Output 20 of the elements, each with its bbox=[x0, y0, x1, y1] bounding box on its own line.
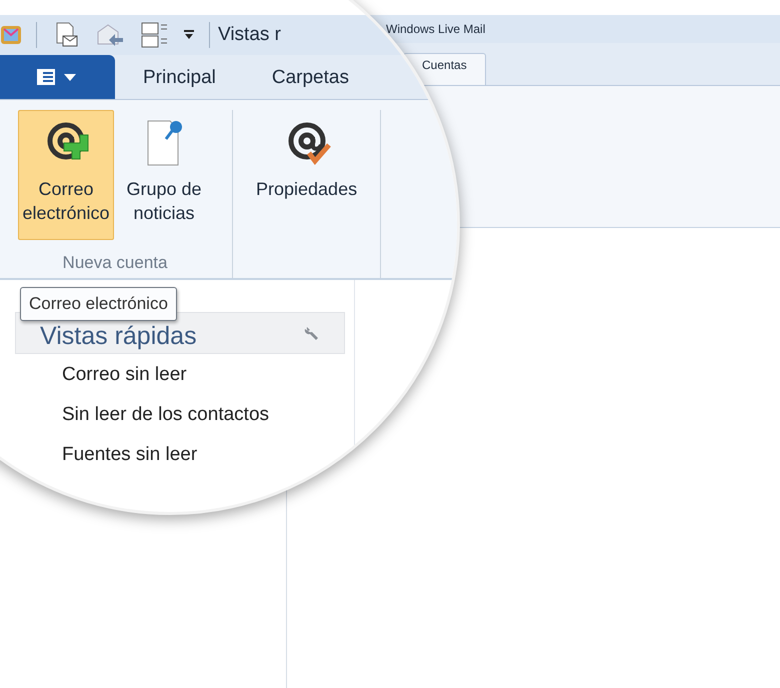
file-menu-button[interactable] bbox=[0, 55, 115, 99]
group-label: Nueva cuenta bbox=[62, 252, 168, 274]
ribbon-button[interactable]: Propiedades bbox=[253, 110, 360, 240]
quick-views-header[interactable]: Vistas rápidas bbox=[15, 312, 345, 354]
window-title: Vistas r bbox=[218, 22, 282, 47]
ribbon-button[interactable]: Grupo de noticias bbox=[116, 110, 212, 240]
ribbon-tab[interactable]: Principal bbox=[115, 57, 244, 99]
window-title: Windows Live Mail bbox=[386, 21, 486, 38]
sidebar-item[interactable]: Fuentes sin leer bbox=[62, 440, 198, 469]
ribbon-tab[interactable]: Carpetas bbox=[244, 57, 377, 99]
mail-list-icon[interactable] bbox=[139, 20, 169, 50]
app-icon[interactable] bbox=[0, 24, 22, 46]
sidebar-item[interactable]: Correo sin leer bbox=[62, 360, 187, 389]
tooltip: Correo electrónico bbox=[20, 287, 177, 320]
ribbon-button[interactable]: Correo electrónico bbox=[18, 110, 114, 240]
section-title: Vistas rápidas bbox=[40, 324, 197, 349]
reply-mail-icon[interactable] bbox=[95, 22, 125, 48]
dropdown-caret-icon[interactable] bbox=[183, 30, 195, 40]
sidebar-item[interactable]: Sin leer de los contactos bbox=[62, 400, 270, 429]
wrench-icon[interactable] bbox=[304, 325, 320, 341]
